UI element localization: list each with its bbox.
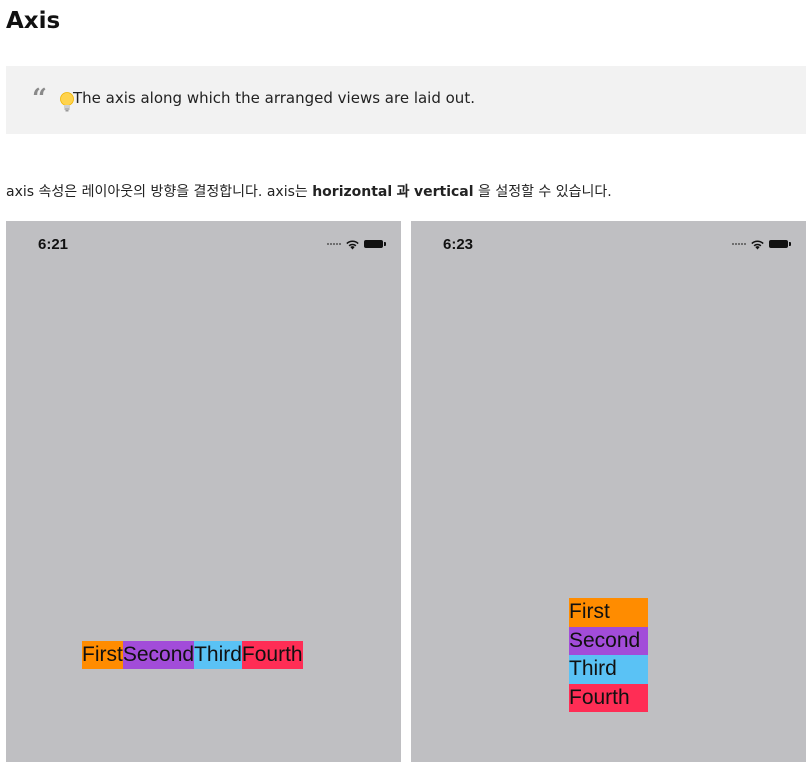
- status-icons: [732, 238, 791, 250]
- stack-view-horizontal: First Second Third Fourth: [82, 641, 303, 669]
- description: axis 속성은 레이아웃의 방향을 결정합니다. axis는 horizont…: [6, 181, 612, 201]
- stack-view-vertical: First Second Third Fourth: [569, 598, 648, 712]
- signal-icon: [327, 243, 341, 245]
- description-bold-and: 과: [396, 184, 410, 200]
- quote-text: The axis along which the arranged views …: [73, 89, 475, 107]
- wifi-icon: [346, 239, 359, 249]
- status-icons: [327, 238, 386, 250]
- quote-mark-icon: “: [32, 84, 47, 114]
- simulator-screen-vertical: 6:23 First Second Third Fourth: [411, 221, 806, 762]
- wifi-icon: [751, 239, 764, 249]
- description-text-1: axis 속성은 레이아웃의 방향을 결정합니다. axis는: [6, 184, 313, 200]
- blockquote: “ The axis along which the arranged view…: [6, 66, 806, 134]
- status-time: 6:21: [38, 236, 69, 253]
- status-time: 6:23: [443, 236, 474, 253]
- label-third: Third: [569, 655, 648, 684]
- battery-icon: [364, 240, 386, 248]
- description-bold-vertical: vertical: [413, 184, 474, 200]
- label-second: Second: [122, 641, 195, 669]
- simulator-screen-horizontal: 6:21 First Second Third Fourth: [6, 221, 401, 762]
- label-fourth: Fourth: [569, 683, 648, 712]
- description-bold-horizontal: horizontal: [312, 184, 393, 200]
- label-fourth: Fourth: [241, 641, 303, 669]
- label-second: Second: [569, 626, 648, 655]
- label-third: Third: [194, 641, 242, 669]
- page-title: Axis: [6, 8, 61, 34]
- description-text-2: 을 설정할 수 있습니다.: [473, 184, 612, 200]
- label-first: First: [82, 641, 123, 669]
- label-first: First: [569, 598, 648, 627]
- signal-icon: [732, 243, 746, 245]
- battery-icon: [769, 240, 791, 248]
